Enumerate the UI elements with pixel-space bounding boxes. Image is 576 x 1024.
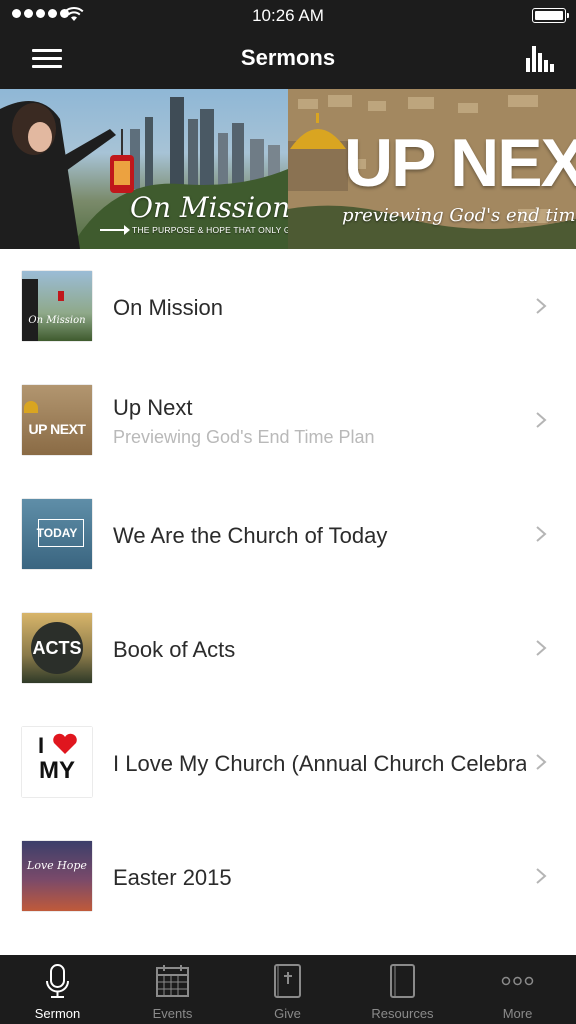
sermon-thumbnail: TODAY <box>22 499 92 569</box>
sermon-title: Up Next <box>113 395 193 420</box>
chevron-right-icon <box>536 868 547 884</box>
tab-give[interactable]: Give <box>230 955 345 1024</box>
sermon-list: On Mission On Mission UP NEXT Up Next Pr… <box>0 249 576 955</box>
featured-banner[interactable]: On Mission THE PURPOSE & HOPE THAT ONLY … <box>0 89 576 249</box>
calendar-icon <box>156 965 189 997</box>
tab-events[interactable]: Events <box>115 955 230 1024</box>
tab-label: Events <box>152 1006 193 1021</box>
chevron-right-icon <box>536 298 547 314</box>
tab-bar: Sermon Events Give Resources More <box>0 955 576 1024</box>
more-dots-icon <box>501 976 534 986</box>
sermon-thumbnail: I MY <box>22 727 92 797</box>
sermon-subtitle: Previewing God's End Time Plan <box>113 427 375 447</box>
tab-label: Resources <box>371 1006 434 1021</box>
banner-on-mission[interactable]: On Mission THE PURPOSE & HOPE THAT ONLY … <box>0 89 288 249</box>
status-time: 10:26 AM <box>252 6 324 25</box>
sermon-title: Easter 2015 <box>113 865 232 890</box>
banner-left-title: On Mission <box>130 191 288 224</box>
banner-up-next[interactable]: UP NEXT previewing God's end time plan <box>288 89 576 249</box>
sermon-row[interactable]: On Mission On Mission <box>0 249 576 364</box>
tab-label: Give <box>274 1006 301 1021</box>
arrow-icon <box>100 225 130 235</box>
sermon-title: Book of Acts <box>113 637 236 662</box>
banner-left-subtitle: THE PURPOSE & HOPE THAT ONLY GOD CAN GIV… <box>132 225 288 235</box>
banner-right-title: UP NEXT <box>344 125 576 201</box>
tab-sermon[interactable]: Sermon <box>0 955 115 1024</box>
microphone-icon <box>46 964 69 998</box>
sermon-thumbnail: ACTS <box>22 613 92 683</box>
bar-chart-icon[interactable] <box>526 46 554 72</box>
page-title: Sermons <box>240 45 336 70</box>
chevron-right-icon <box>536 526 547 542</box>
heart-icon <box>53 733 77 754</box>
sermon-row[interactable]: I MY I Love My Church (Annual Church Cel… <box>0 705 576 820</box>
sermon-row-partial[interactable] <box>0 933 576 955</box>
book-icon <box>390 964 415 998</box>
status-bar: 10:26 AM <box>0 0 576 30</box>
sermon-row[interactable]: UP NEXT Up Next Previewing God's End Tim… <box>0 363 576 478</box>
tab-resources[interactable]: Resources <box>345 955 460 1024</box>
sermon-row[interactable]: ACTS Book of Acts <box>0 591 576 706</box>
chevron-right-icon <box>536 640 547 656</box>
sermon-row[interactable]: TODAY We Are the Church of Today <box>0 477 576 592</box>
chevron-right-icon <box>536 754 547 770</box>
banner-right-subtitle: previewing God's end time plan <box>342 205 576 226</box>
battery-icon <box>532 8 569 23</box>
sermon-thumbnail: On Mission <box>22 271 92 341</box>
sermon-title: I Love My Church (Annual Church Celebrat… <box>113 751 526 776</box>
tab-label: Sermon <box>34 1006 81 1021</box>
sermon-title: On Mission <box>113 295 224 320</box>
sermon-thumbnail: Love Hope <box>22 841 92 911</box>
tab-label: More <box>502 1006 533 1021</box>
tab-more[interactable]: More <box>460 955 575 1024</box>
bible-icon <box>274 964 301 998</box>
chevron-right-icon <box>536 412 547 428</box>
sermon-thumbnail: UP NEXT <box>22 385 92 455</box>
navigation-bar: Sermons <box>0 30 576 89</box>
sermon-row[interactable]: Love Hope Easter 2015 <box>0 819 576 934</box>
sermon-title: We Are the Church of Today <box>113 523 388 548</box>
